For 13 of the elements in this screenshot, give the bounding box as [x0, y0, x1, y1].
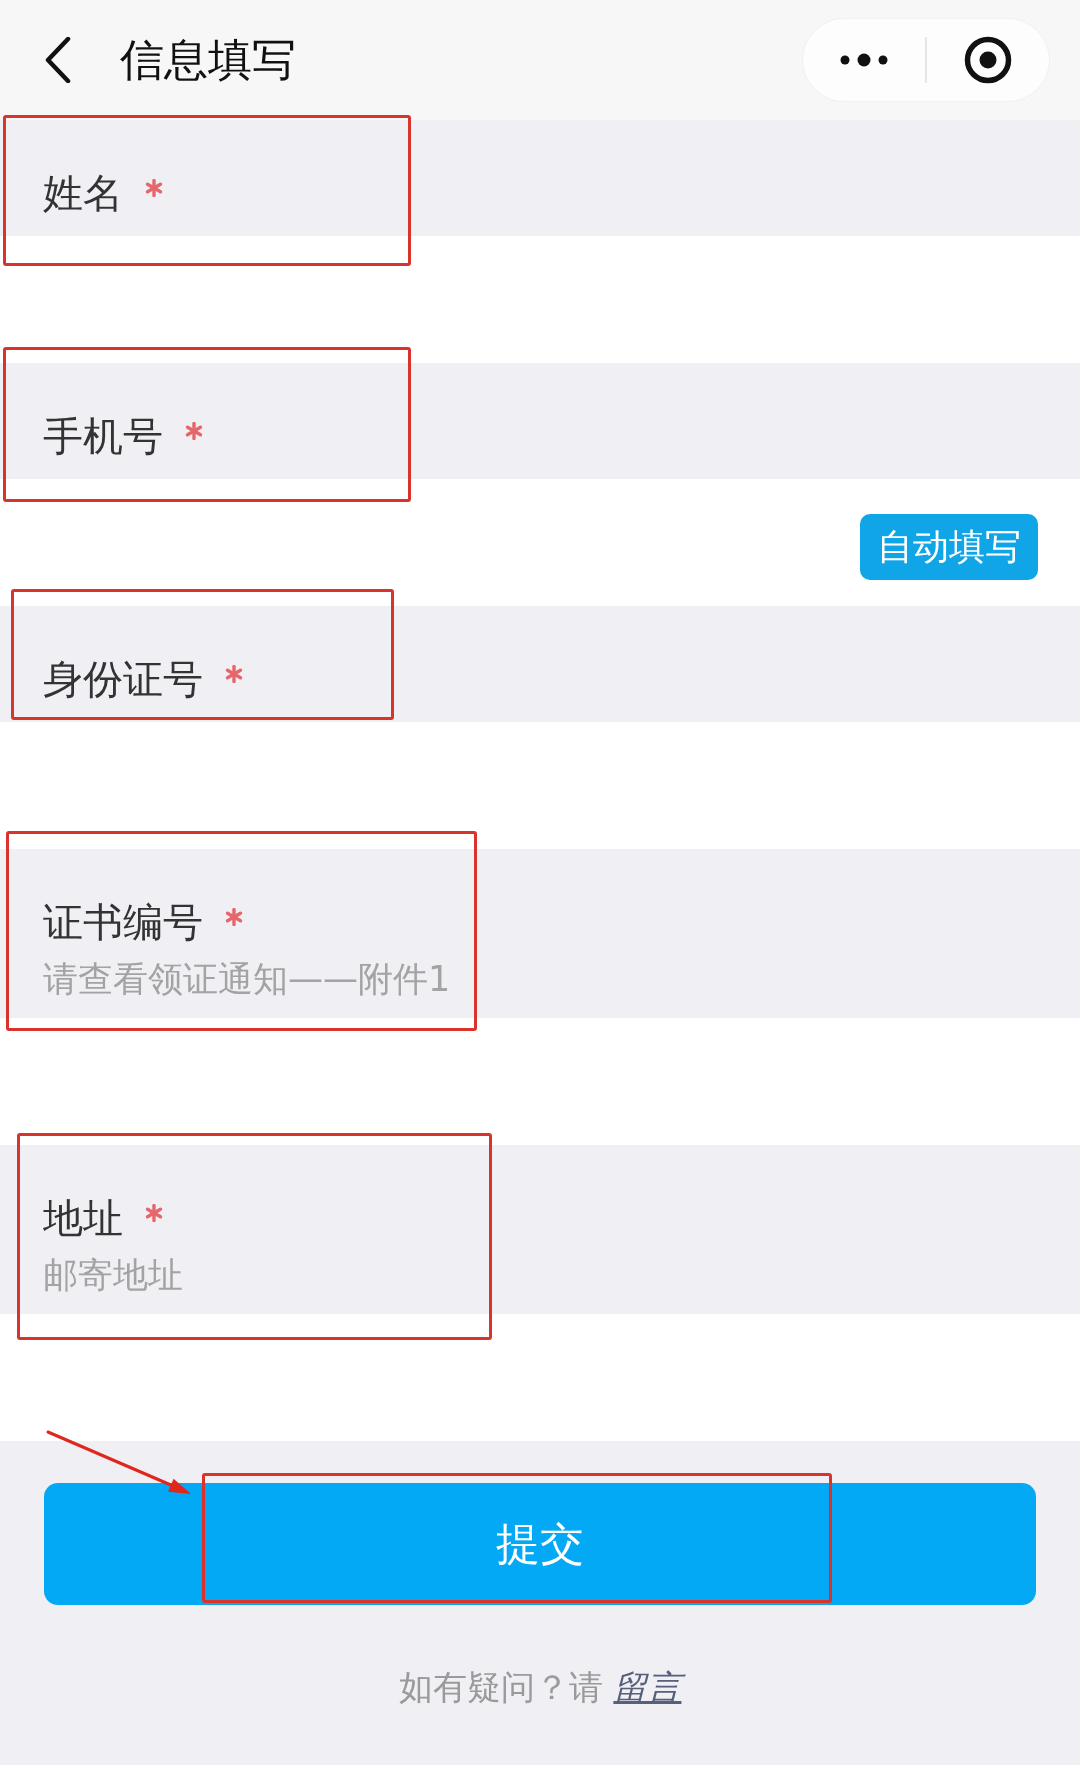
field-label: 地址 [43, 1195, 123, 1241]
page-title: 信息填写 [120, 34, 296, 86]
field-hint: 邮寄地址 [43, 1255, 184, 1295]
field-label: 姓名 [43, 170, 123, 216]
more-icon [840, 53, 888, 67]
back-chevron-icon [45, 37, 71, 83]
field-hint: 请查看领证通知——附件1 [43, 959, 452, 999]
autofill-button[interactable]: 自动填写 [860, 513, 1038, 580]
field-label: 证书编号 [43, 899, 203, 945]
submit-button[interactable]: 提交 [44, 1483, 1036, 1605]
field-label: 身份证号 [43, 656, 203, 702]
field-label: 手机号 [43, 413, 163, 459]
ring-dot-icon [964, 36, 1012, 84]
